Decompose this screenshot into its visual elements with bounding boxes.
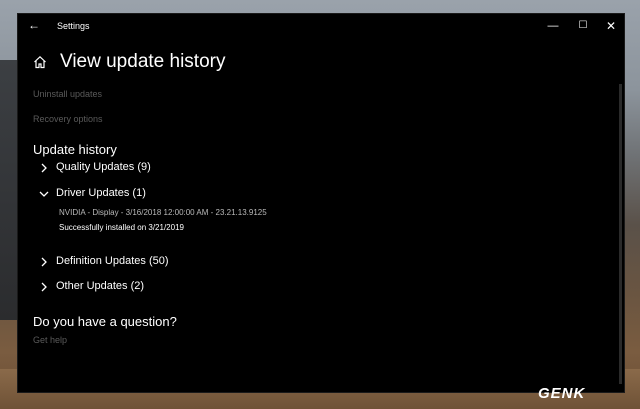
chevron-right-icon (41, 163, 47, 173)
driver-update-entry[interactable]: NVIDIA - Display - 3/16/2018 12:00:00 AM… (59, 208, 267, 232)
minimize-button[interactable]: — (540, 17, 566, 35)
maximize-button[interactable]: ☐ (570, 17, 596, 35)
help-heading: Do you have a question? (33, 314, 177, 329)
title-bar: ← Settings — ☐ ✕ (18, 14, 624, 38)
page-title: View update history (60, 51, 226, 72)
home-icon[interactable] (33, 55, 47, 69)
genk-watermark-logo: GENK (538, 385, 586, 402)
close-button[interactable]: ✕ (598, 17, 624, 35)
update-history-heading: Update history (33, 142, 117, 157)
category-label: Quality Updates (9) (56, 161, 151, 173)
update-status: Successfully installed on 3/21/2019 (59, 223, 184, 232)
scrollbar[interactable] (619, 84, 622, 384)
update-name: NVIDIA - Display - 3/16/2018 12:00:00 AM… (59, 208, 267, 217)
settings-window: ← Settings — ☐ ✕ View update history Uni… (18, 14, 624, 392)
category-label: Other Updates (2) (56, 280, 145, 292)
uninstall-updates-link[interactable]: Uninstall updates (33, 89, 102, 99)
category-label: Definition Updates (50) (56, 255, 169, 267)
recovery-options-link[interactable]: Recovery options (33, 114, 103, 124)
back-arrow-icon[interactable]: ← (28, 18, 40, 32)
window-title: Settings (57, 21, 90, 31)
chevron-down-icon (39, 191, 49, 197)
chevron-right-icon (41, 282, 47, 292)
category-label: Driver Updates (1) (56, 187, 146, 199)
chevron-right-icon (41, 257, 47, 267)
get-help-link[interactable]: Get help (33, 335, 67, 345)
